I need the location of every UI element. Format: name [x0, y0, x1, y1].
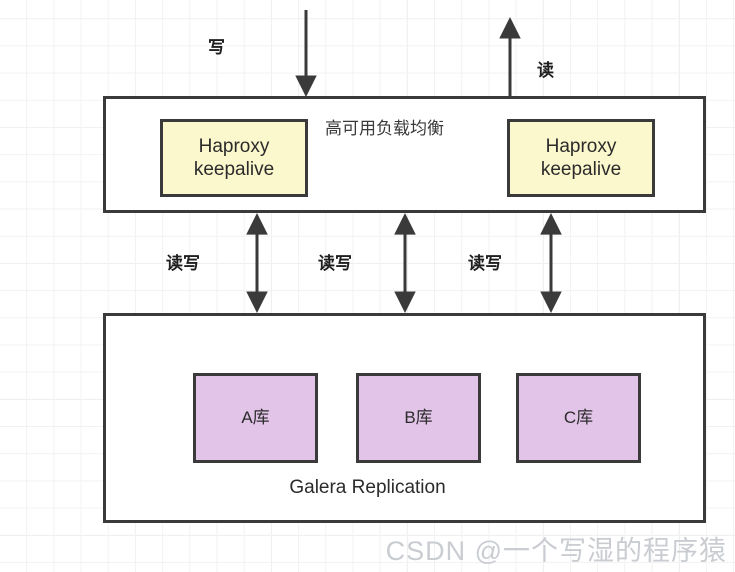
- database-node-c[interactable]: C库: [516, 373, 641, 463]
- edge-label-read-write-1: 读写: [166, 254, 200, 273]
- database-node-a-label: A库: [241, 407, 270, 427]
- edge-label-write: 写: [208, 38, 225, 57]
- haproxy-node-a[interactable]: Haproxy keepalive: [160, 119, 308, 197]
- database-node-c-label: C库: [563, 407, 594, 427]
- haproxy-node-b-line2: keepalive: [540, 159, 622, 180]
- diagram-canvas: Haproxy keepalive Haproxy keepalive A库 B…: [0, 0, 735, 572]
- edge-label-read-write-2: 读写: [318, 254, 352, 273]
- database-node-b[interactable]: B库: [356, 373, 481, 463]
- database-node-a[interactable]: A库: [193, 373, 318, 463]
- edge-label-read-write-3: 读写: [468, 254, 502, 273]
- edge-label-load-balance: 高可用负载均衡: [325, 119, 444, 138]
- database-node-b-label: B库: [404, 407, 433, 427]
- haproxy-node-b-line1: Haproxy: [545, 135, 617, 157]
- edge-label-read: 读: [537, 61, 554, 80]
- db-tier-caption: Galera Replication: [289, 477, 446, 498]
- watermark-text: CSDN @一个写湿的程序猿: [385, 536, 727, 566]
- haproxy-node-b[interactable]: Haproxy keepalive: [507, 119, 655, 197]
- haproxy-node-a-line2: keepalive: [193, 159, 275, 180]
- haproxy-node-a-line1: Haproxy: [198, 135, 270, 157]
